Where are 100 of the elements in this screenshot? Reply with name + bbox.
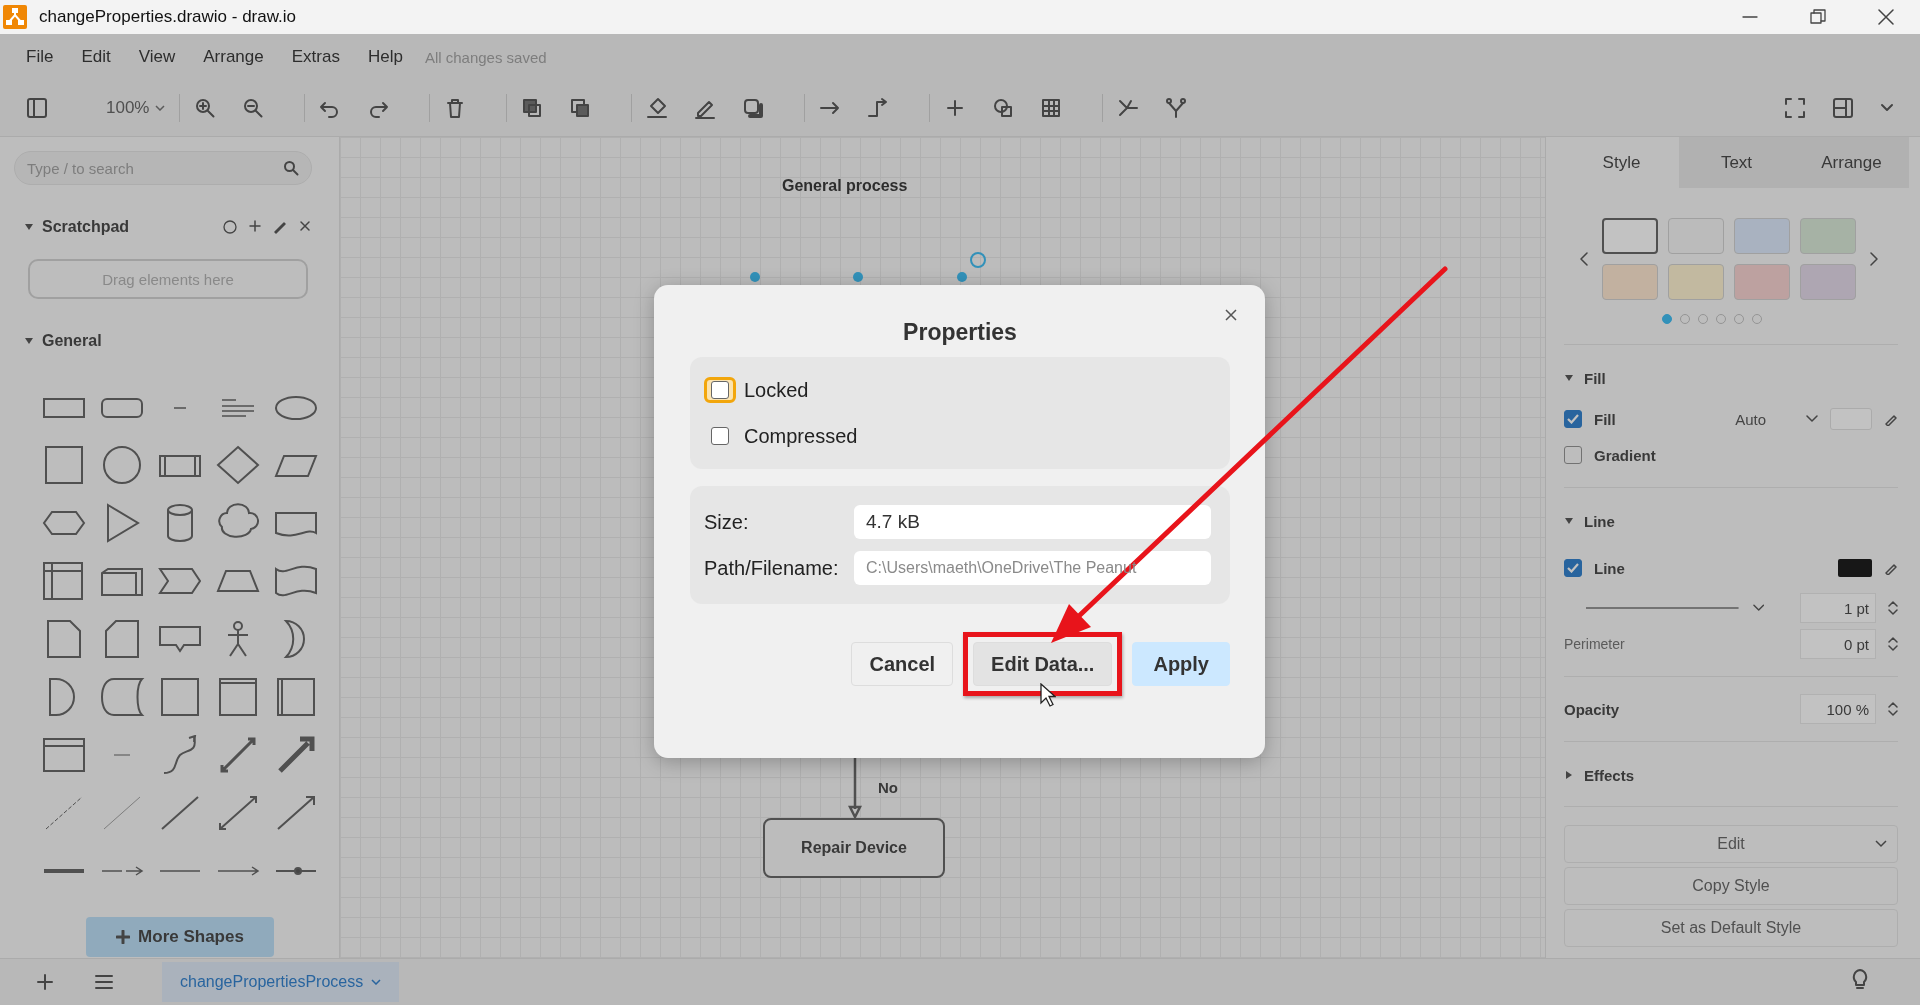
close-icon[interactable] <box>299 220 311 232</box>
checkbox-label: Gradient <box>1594 446 1656 464</box>
edit-data-button[interactable]: Edit Data... <box>973 642 1113 686</box>
fill-bucket-icon[interactable] <box>646 97 669 119</box>
plus-icon[interactable] <box>249 220 261 232</box>
elbow-connector-icon[interactable] <box>867 97 890 119</box>
style-swatch[interactable] <box>1602 218 1658 254</box>
checkbox-label: Line <box>1594 559 1625 577</box>
tab[interactable]: Text <box>1679 137 1794 188</box>
spin-up-icon[interactable] <box>1888 637 1898 643</box>
close-icon[interactable] <box>1225 309 1237 321</box>
to-front-icon[interactable] <box>521 97 544 119</box>
section-title[interactable]: Line <box>1584 512 1615 530</box>
opacity-field[interactable]: 100 % <box>1800 694 1876 724</box>
perimeter-field[interactable]: 0 pt <box>1800 629 1876 659</box>
checkbox-label: Fill <box>1594 410 1616 428</box>
menu-item[interactable]: Help <box>367 47 403 67</box>
window-title: changeProperties.drawio - draw.io <box>39 7 297 27</box>
plus-icon[interactable] <box>36 973 54 991</box>
zoom-in-icon[interactable] <box>194 97 217 119</box>
rotate-handle-icon[interactable] <box>969 251 987 269</box>
expanded-caret-icon[interactable] <box>24 222 34 232</box>
spin-up-icon[interactable] <box>1888 601 1898 607</box>
section-title[interactable]: Effects <box>1584 766 1635 784</box>
spin-down-icon[interactable] <box>1888 645 1898 651</box>
spin-down-icon[interactable] <box>1888 710 1898 716</box>
fullscreen-icon[interactable] <box>1784 97 1806 119</box>
collapsed-caret-icon[interactable] <box>1564 770 1574 780</box>
selection-handle[interactable] <box>853 272 863 282</box>
restore-icon[interactable] <box>1810 9 1826 25</box>
dialog-title: Properties <box>902 318 1018 347</box>
checkbox-label[interactable]: Compressed <box>744 424 858 448</box>
zoom-out-icon[interactable] <box>242 97 265 119</box>
fork-icon[interactable] <box>1165 97 1188 119</box>
to-back-icon[interactable] <box>569 97 592 119</box>
checkbox[interactable] <box>711 427 729 445</box>
selection-handle[interactable] <box>750 272 760 282</box>
table-icon[interactable] <box>1040 97 1063 119</box>
pages-list-icon[interactable] <box>94 973 114 991</box>
pencil-icon[interactable] <box>273 220 287 234</box>
chevron-right-icon[interactable] <box>1870 252 1878 266</box>
expanded-caret-icon[interactable] <box>1564 373 1574 383</box>
container-shape-icon[interactable] <box>40 735 88 775</box>
connector-arrow <box>848 757 862 819</box>
tab[interactable]: Arrange <box>1794 137 1909 188</box>
caret-icon[interactable] <box>1806 415 1818 423</box>
action-button[interactable]: Copy Style <box>1564 867 1898 905</box>
save-status: All changes saved <box>424 48 547 66</box>
line-pattern-icon <box>1586 606 1739 610</box>
close-icon[interactable] <box>1878 9 1894 25</box>
menu-item[interactable]: View <box>138 47 176 67</box>
text-field[interactable]: 4.7 kB <box>854 505 1211 539</box>
checkbox[interactable] <box>1564 446 1582 464</box>
menu-item[interactable]: File <box>26 47 54 67</box>
selection-handle[interactable] <box>957 272 967 282</box>
section-title[interactable]: General <box>42 332 102 350</box>
action-button[interactable]: Edit <box>1564 825 1898 863</box>
shapes-icon[interactable] <box>992 97 1015 119</box>
checkbox[interactable] <box>711 381 729 399</box>
checkbox[interactable] <box>1564 559 1582 577</box>
section-title[interactable]: Fill <box>1584 369 1606 387</box>
spin-down-icon[interactable] <box>1888 609 1898 615</box>
caret-icon <box>371 979 382 985</box>
line-width-field[interactable]: 1 pt <box>1800 593 1876 623</box>
caret-icon[interactable] <box>1880 103 1894 113</box>
expanded-caret-icon[interactable] <box>24 336 34 346</box>
checkbox[interactable] <box>1564 410 1582 428</box>
spin-up-icon[interactable] <box>1888 702 1898 708</box>
menu-item[interactable]: Arrange <box>203 47 264 67</box>
caret-icon <box>155 105 166 111</box>
search-icon[interactable] <box>283 160 299 176</box>
chevron-left-icon[interactable] <box>1580 252 1588 266</box>
diamond-shape-icon[interactable] <box>214 445 262 485</box>
eyedropper-icon[interactable] <box>1884 412 1898 426</box>
fill-mode-dropdown[interactable]: Auto <box>1668 410 1818 428</box>
cancel-button[interactable]: Cancel <box>851 642 954 686</box>
page-dot[interactable] <box>1662 314 1672 324</box>
checkbox-label[interactable]: Locked <box>744 378 809 402</box>
format-panel-icon[interactable] <box>1832 97 1854 119</box>
menu-item[interactable]: Edit <box>81 47 111 67</box>
lightbulb-icon[interactable] <box>1850 968 1870 992</box>
section-title[interactable]: Scratchpad <box>42 218 130 236</box>
diagram-node[interactable]: Repair Device <box>763 818 945 878</box>
stored-data-shape-icon[interactable] <box>98 677 146 717</box>
shadow-icon[interactable] <box>742 97 765 119</box>
field-label: Opacity <box>1564 700 1620 718</box>
menu-item[interactable]: Extras <box>291 47 340 67</box>
eyedropper-icon[interactable] <box>1884 561 1898 575</box>
sidebar-toggle-icon[interactable] <box>26 97 48 119</box>
caret-icon[interactable] <box>1752 604 1764 612</box>
field-label: Size: <box>704 510 750 534</box>
zoom-dropdown[interactable]: 100% <box>106 98 166 118</box>
apply-button[interactable]: Apply <box>1132 642 1230 686</box>
color-swatch[interactable] <box>1838 559 1872 577</box>
plus-icon[interactable] <box>116 930 131 944</box>
more-shapes-button[interactable]: More Shapes <box>86 917 274 957</box>
help-icon[interactable] <box>223 220 237 234</box>
action-button[interactable]: Set as Default Style <box>1564 909 1898 947</box>
branch-icon[interactable] <box>1117 97 1140 119</box>
expanded-caret-icon[interactable] <box>1564 516 1574 526</box>
